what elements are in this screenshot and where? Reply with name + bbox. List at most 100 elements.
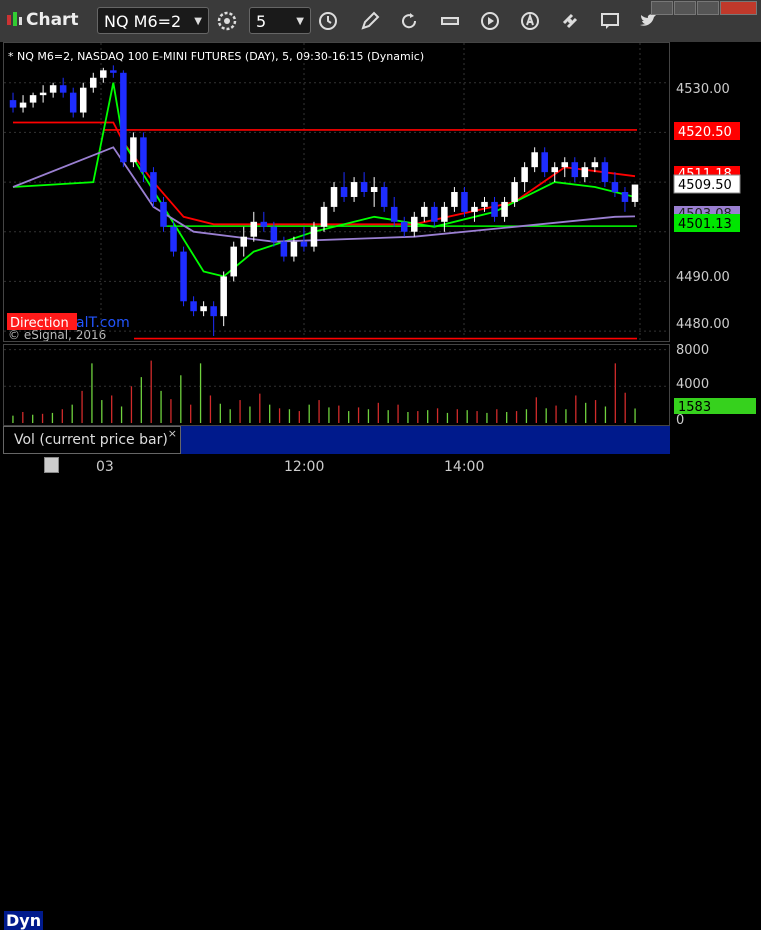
close-button[interactable] <box>720 1 757 15</box>
candle-body <box>350 182 358 197</box>
candle-body <box>280 241 288 257</box>
candle-body <box>130 137 137 163</box>
candle-body <box>100 70 107 78</box>
candle-body <box>270 226 278 242</box>
candle-body <box>110 70 117 73</box>
candle-body <box>571 162 579 178</box>
moving-average-line <box>12 82 636 278</box>
candle-body <box>471 206 478 212</box>
price-chart: * NQ M6=2, NASDAQ 100 E-MINI FUTURES (DA… <box>4 43 669 342</box>
volume-study-bar: Vol (current price bar) × <box>3 426 670 454</box>
candle-body <box>591 162 599 168</box>
link-icon[interactable] <box>558 9 582 33</box>
volume-study-label[interactable]: Vol (current price bar) × <box>3 426 181 454</box>
volume-chart <box>4 349 669 423</box>
symbol-value: NQ M6=2 <box>104 12 182 31</box>
candle-body <box>601 162 609 183</box>
candle-body <box>421 206 428 217</box>
time-axis[interactable]: Dyn 03 12:00 14:00 <box>0 454 761 930</box>
chart-header: * NQ M6=2, NASDAQ 100 E-MINI FUTURES (DA… <box>8 50 424 63</box>
candle-body <box>611 182 619 192</box>
candle-body <box>541 152 548 173</box>
alert-icon[interactable] <box>518 9 542 33</box>
price-tick: 4480.00 <box>676 317 730 332</box>
candle-body <box>230 246 237 277</box>
candle-body <box>79 87 87 113</box>
candle-body <box>451 192 458 207</box>
green-line-price: 4501.13 <box>678 217 732 232</box>
volume-plot[interactable] <box>3 344 670 426</box>
candle-body <box>220 276 227 317</box>
refresh-icon[interactable] <box>397 9 421 33</box>
candle-body <box>390 206 398 222</box>
clock-icon[interactable] <box>316 9 340 33</box>
lock-icon[interactable] <box>44 457 59 473</box>
candle-body <box>310 226 318 247</box>
interval-value: 5 <box>256 12 267 31</box>
candle-body <box>29 95 37 103</box>
price-axis-labels: 4530.00 4490.00 4480.00 4520.50 4511.18 … <box>673 82 741 332</box>
candle-body <box>170 226 177 252</box>
candle-body <box>69 92 77 113</box>
candle-body <box>210 306 217 317</box>
candle-body <box>330 187 338 207</box>
candle-body <box>59 85 67 93</box>
time-tick: 12:00 <box>284 459 325 475</box>
candle-body <box>140 137 147 173</box>
time-tick: 14:00 <box>444 459 485 475</box>
candle-body <box>400 221 408 232</box>
last-price: 4509.50 <box>678 178 732 193</box>
settings-set-icon[interactable] <box>438 9 462 33</box>
play-icon[interactable] <box>478 9 502 33</box>
symbol-select[interactable]: NQ M6=2 ▼ <box>97 7 209 34</box>
candle-body <box>551 167 558 173</box>
candle-body <box>621 192 629 202</box>
candle-body <box>19 102 27 108</box>
price-tick: 4530.00 <box>676 82 730 97</box>
candle-body <box>320 206 328 227</box>
candle-body <box>370 187 378 192</box>
price-plot[interactable]: * NQ M6=2, NASDAQ 100 E-MINI FUTURES (DA… <box>3 42 670 342</box>
candle-body <box>260 221 268 227</box>
candle-body <box>481 201 488 207</box>
candle-body <box>441 206 448 222</box>
title-bar: Chart NQ M6=2 ▼ 5 ▼ <box>0 0 761 42</box>
price-axis[interactable]: 4530.00 4490.00 4480.00 4520.50 4511.18 … <box>670 42 761 342</box>
dynamic-label[interactable]: Dyn <box>4 911 44 930</box>
candle-body <box>411 216 418 232</box>
pencil-icon[interactable] <box>358 9 382 33</box>
volume-axis-labels: 8000 4000 0 1583 <box>674 343 756 428</box>
candle-body <box>120 72 127 163</box>
candle-body <box>9 100 17 108</box>
candle-body <box>49 85 57 93</box>
candle-body <box>360 182 368 192</box>
candle-body <box>180 251 187 302</box>
volume-tick: 8000 <box>676 344 709 358</box>
candle-body <box>631 184 639 202</box>
chevron-down-icon: ▼ <box>296 16 304 27</box>
candle-body <box>90 77 97 88</box>
price-tick: 4490.00 <box>676 270 730 285</box>
candle-body <box>160 201 167 227</box>
chart-app-icon <box>7 12 22 26</box>
candle-body <box>531 152 538 168</box>
window-menu-button[interactable] <box>651 1 673 15</box>
maximize-button[interactable] <box>697 1 719 15</box>
minimize-button[interactable] <box>674 1 696 15</box>
watermark: Direction alT.com © eSignal, 2016 <box>7 313 130 342</box>
volume-axis[interactable]: 8000 4000 0 1583 <box>670 343 761 428</box>
candle-body <box>190 301 197 312</box>
candle-body <box>240 236 248 247</box>
close-icon[interactable]: × <box>168 421 177 447</box>
link-gear-icon[interactable] <box>215 9 239 33</box>
volume-tick: 4000 <box>676 377 709 392</box>
candle-body <box>581 167 589 178</box>
candle-body <box>511 182 518 202</box>
candle-body <box>461 192 468 212</box>
volume-last: 1583 <box>678 400 711 415</box>
interval-select[interactable]: 5 ▼ <box>249 7 311 34</box>
chat-icon[interactable] <box>598 9 622 33</box>
candle-body <box>200 306 207 312</box>
candle-body <box>340 187 348 197</box>
candle-body <box>290 241 298 257</box>
